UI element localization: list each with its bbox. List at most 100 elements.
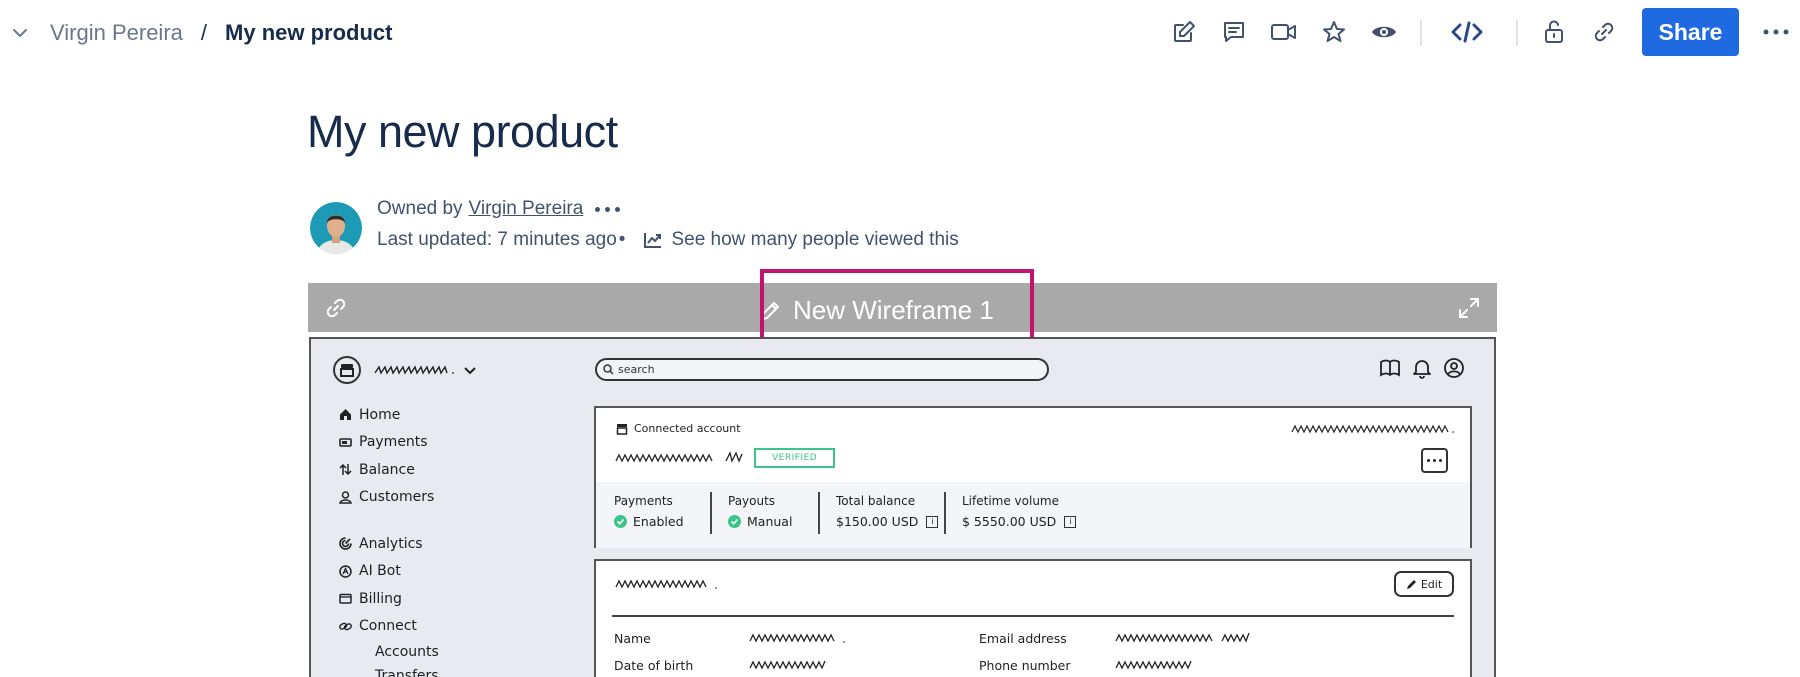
field-value-scribble [1115, 660, 1192, 670]
embed-code-icon[interactable] [1450, 18, 1484, 46]
search-placeholder: search [618, 363, 655, 376]
nav-label: Balance [359, 461, 415, 478]
nav-item-billing[interactable]: Billing [339, 585, 439, 613]
account-stats: Payments Enabled Payouts Manual Total ba… [596, 482, 1470, 548]
owned-by-label: Owned by [377, 198, 463, 219]
verified-badge: VERIFIED [754, 448, 836, 468]
connected-account-header: Connected account [616, 422, 741, 435]
nav-label: AI Bot [359, 563, 401, 580]
wallet-icon [339, 594, 352, 604]
section-title-scribble [615, 579, 717, 589]
stat-label: Lifetime volume [962, 494, 1060, 508]
field-label-email: Email address [979, 631, 1067, 646]
nav-label: Analytics [359, 535, 423, 552]
field-value-scribble [1115, 632, 1250, 643]
top-bar: Virgin Pereira / My new product Share [0, 0, 1800, 64]
bot-icon [339, 565, 352, 578]
account-name-row: VERIFIED [614, 448, 836, 468]
breadcrumb: Virgin Pereira / My new product [10, 19, 392, 47]
nav-item-customers[interactable]: Customers [339, 484, 439, 512]
check-circle-icon [614, 515, 627, 528]
account-more-button[interactable] [1421, 448, 1448, 473]
stat-label: Total balance [836, 494, 916, 508]
updated-line: Last updated: 7 minutes ago • See how ma… [377, 229, 959, 251]
account-scribble [374, 365, 454, 375]
link-icon[interactable] [1590, 18, 1618, 46]
person-icon [339, 491, 352, 504]
embed-link-icon[interactable] [324, 296, 348, 320]
nav-item-accounts[interactable]: Accounts [339, 640, 439, 664]
stat-total-balance: Total balance $150.00 USD i [836, 494, 939, 529]
store-icon [616, 423, 628, 435]
bell-icon[interactable] [1411, 357, 1433, 379]
views-link-label: See how many people viewed this [671, 229, 959, 250]
pencil-icon [1406, 579, 1416, 589]
connected-account-label: Connected account [634, 422, 741, 435]
nav-label: Home [359, 406, 401, 423]
expand-icon[interactable] [1457, 296, 1481, 320]
store-icon [333, 356, 361, 384]
share-button[interactable]: Share [1642, 8, 1739, 56]
chevron-down-icon[interactable] [463, 366, 477, 376]
wireframe-sidebar: Home Payments Balance Customers Analytic… [339, 401, 439, 677]
chevron-down-icon[interactable] [10, 23, 30, 43]
stat-divider [944, 492, 946, 534]
nav-item-analytics[interactable]: Analytics [339, 530, 439, 558]
account-name-scribble [615, 451, 743, 463]
nav-label: Payments [359, 434, 428, 451]
toolbar-divider [1420, 20, 1422, 46]
stat-value: Manual [747, 514, 793, 529]
field-value-scribble [749, 633, 845, 643]
edit-button[interactable]: Edit [1394, 571, 1454, 597]
unlock-icon[interactable] [1540, 18, 1568, 46]
wireframe-top-icons [1379, 357, 1465, 379]
toolbar-divider [1516, 20, 1518, 46]
stat-payments: Payments Enabled [614, 494, 684, 529]
owner-link[interactable]: Virgin Pereira [469, 198, 584, 220]
nav-label: Billing [359, 590, 402, 607]
book-icon[interactable] [1379, 357, 1401, 379]
comment-icon[interactable] [1220, 18, 1248, 46]
stat-value: $150.00 USD [836, 514, 919, 529]
nav-item-ai-bot[interactable]: AI Bot [339, 558, 439, 586]
field-value-scribble [749, 660, 826, 670]
stat-lifetime-volume: Lifetime volume $ 5550.00 USD i [962, 494, 1077, 529]
field-label-name: Name [614, 631, 651, 646]
nav-item-connect[interactable]: Connect [339, 613, 439, 641]
info-icon[interactable]: i [926, 515, 939, 528]
field-label-phone: Phone number [979, 658, 1071, 673]
breadcrumb-current-page[interactable]: My new product [225, 20, 392, 46]
more-icon[interactable] [1762, 18, 1790, 46]
stat-value: $ 5550.00 USD [962, 514, 1057, 529]
nav-label: Customers [359, 489, 435, 506]
page-views-link[interactable]: See how many people viewed this [643, 229, 959, 251]
edit-icon[interactable] [1170, 18, 1198, 46]
home-icon [340, 409, 351, 421]
stat-value: Enabled [633, 514, 684, 529]
nav-item-transfers[interactable]: Transfers [339, 664, 439, 677]
stat-label: Payments [614, 494, 673, 508]
watch-icon[interactable] [1370, 18, 1398, 46]
nav-item-home[interactable]: Home [339, 401, 439, 429]
breadcrumb-separator: / [200, 20, 208, 45]
info-icon[interactable]: i [1064, 515, 1077, 528]
avatar[interactable] [310, 202, 362, 254]
nav-label: Connect [359, 618, 417, 635]
details-card: Edit Name Email address Date of birth Ph… [594, 559, 1472, 677]
user-circle-icon[interactable] [1443, 357, 1465, 379]
stat-divider [710, 492, 712, 534]
chain-link-icon [339, 622, 352, 631]
search-icon [603, 364, 614, 375]
owner-line: Owned by Virgin Pereira [377, 198, 621, 220]
video-icon[interactable] [1270, 18, 1298, 46]
field-label-dob: Date of birth [614, 658, 694, 673]
nav-item-payments[interactable]: Payments [339, 429, 439, 457]
breadcrumb-space-link[interactable]: Virgin Pereira [50, 20, 183, 46]
page-title: My new product [307, 106, 618, 157]
nav-item-balance[interactable]: Balance [339, 456, 439, 484]
search-input[interactable]: search [595, 358, 1049, 381]
wireframe-preview[interactable]: search Home Payments Balance Customers A… [309, 337, 1496, 677]
bullet-separator: • [618, 229, 626, 250]
more-options-icon[interactable] [595, 206, 621, 212]
star-icon[interactable] [1320, 18, 1348, 46]
